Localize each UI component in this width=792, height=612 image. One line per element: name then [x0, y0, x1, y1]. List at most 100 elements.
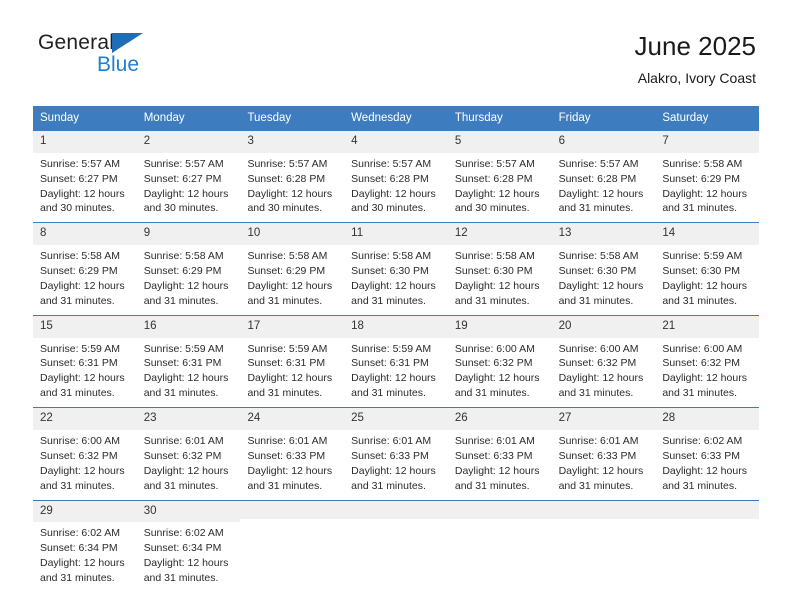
day-cell[interactable]: 8 Sunrise: 5:58 AM Sunset: 6:29 PM Dayli…	[33, 223, 137, 315]
daylight-text-line1: Daylight: 12 hours	[454, 372, 540, 385]
sunset-text: Sunset: 6:30 PM	[454, 265, 533, 278]
day-number: 13	[551, 223, 656, 246]
day-cell[interactable]: 3 Sunrise: 5:57 AM Sunset: 6:28 PM Dayli…	[240, 130, 345, 223]
day-cell[interactable]: 24 Sunrise: 6:01 AM Sunset: 6:33 PM Dayl…	[240, 408, 345, 500]
day-info: Sunrise: 6:01 AM Sunset: 6:33 PM Dayligh…	[448, 430, 552, 500]
day-cell[interactable]: 7 Sunrise: 5:58 AM Sunset: 6:29 PM Dayli…	[655, 130, 760, 223]
day-cell[interactable]: 23 Sunrise: 6:01 AM Sunset: 6:32 PM Dayl…	[136, 408, 241, 500]
sunrise-text: Sunrise: 6:02 AM	[662, 435, 743, 447]
daylight-text-line2: and 31 minutes.	[247, 479, 323, 492]
day-cell[interactable]: 20 Sunrise: 6:00 AM Sunset: 6:32 PM Dayl…	[551, 315, 656, 408]
daylight-text-line2: and 31 minutes.	[351, 479, 426, 492]
daylight-text-line2: and 31 minutes.	[662, 387, 738, 400]
day-number: 1	[33, 130, 137, 153]
daylight-text-line2: and 31 minutes.	[351, 294, 426, 307]
day-cell[interactable]: 2 Sunrise: 5:57 AM Sunset: 6:27 PM Dayli…	[136, 130, 241, 223]
sunset-text: Sunset: 6:31 PM	[40, 357, 118, 370]
daylight-text-line1: Daylight: 12 hours	[247, 464, 333, 477]
day-cell[interactable]: 9 Sunrise: 5:58 AM Sunset: 6:29 PM Dayli…	[136, 223, 241, 315]
day-number: 28	[655, 408, 760, 430]
day-number: 15	[33, 315, 137, 338]
day-cell[interactable]: 19 Sunrise: 6:00 AM Sunset: 6:32 PM Dayl…	[447, 315, 552, 408]
day-info: Sunrise: 5:58 AM Sunset: 6:29 PM Dayligh…	[240, 245, 344, 315]
daylight-text-line2: and 31 minutes.	[662, 294, 738, 307]
day-cell[interactable]: 11 Sunrise: 5:58 AM Sunset: 6:30 PM Dayl…	[344, 223, 448, 315]
day-cell[interactable]: 26 Sunrise: 6:01 AM Sunset: 6:33 PM Dayl…	[447, 408, 552, 500]
daylight-text-line1: Daylight: 12 hours	[351, 464, 436, 477]
day-info: Sunrise: 6:02 AM Sunset: 6:33 PM Dayligh…	[655, 430, 759, 500]
general-blue-logo[interactable]: General Blue	[38, 32, 218, 84]
day-number	[551, 500, 656, 519]
day-cell[interactable]: 27 Sunrise: 6:01 AM Sunset: 6:33 PM Dayl…	[551, 408, 656, 500]
daylight-text-line1: Daylight: 12 hours	[454, 187, 540, 200]
daylight-text-line2: and 30 minutes.	[351, 202, 426, 215]
daylight-text-line1: Daylight: 12 hours	[143, 279, 229, 292]
day-number: 2	[136, 130, 241, 153]
sunrise-text: Sunrise: 5:57 AM	[40, 157, 120, 170]
sunset-text: Sunset: 6:27 PM	[143, 172, 222, 185]
day-number	[447, 500, 552, 519]
day-number: 4	[344, 130, 448, 153]
day-cell[interactable]: 17 Sunrise: 5:59 AM Sunset: 6:31 PM Dayl…	[240, 315, 345, 408]
sunset-text: Sunset: 6:30 PM	[558, 265, 637, 278]
daylight-text-line2: and 31 minutes.	[143, 294, 219, 307]
day-cell[interactable]: 22 Sunrise: 6:00 AM Sunset: 6:32 PM Dayl…	[33, 408, 137, 500]
day-number: 12	[447, 223, 552, 246]
day-number	[240, 500, 345, 519]
weekday-header-sunday: Sunday	[40, 112, 80, 124]
day-number: 25	[344, 408, 448, 430]
daylight-text-line1: Daylight: 12 hours	[40, 557, 125, 570]
day-cell[interactable]: 10 Sunrise: 5:58 AM Sunset: 6:29 PM Dayl…	[240, 223, 345, 315]
daylight-text-line1: Daylight: 12 hours	[454, 279, 540, 292]
daylight-text-line1: Daylight: 12 hours	[351, 187, 436, 200]
day-cell[interactable]: 30 Sunrise: 6:02 AM Sunset: 6:34 PM Dayl…	[136, 500, 241, 593]
day-cell[interactable]: 5 Sunrise: 5:57 AM Sunset: 6:28 PM Dayli…	[447, 130, 552, 223]
daylight-text-line2: and 30 minutes.	[143, 202, 219, 215]
day-cell[interactable]: 1 Sunrise: 5:57 AM Sunset: 6:27 PM Dayli…	[33, 130, 137, 223]
day-cell[interactable]: 4 Sunrise: 5:57 AM Sunset: 6:28 PM Dayli…	[344, 130, 448, 223]
sunset-text: Sunset: 6:28 PM	[247, 172, 326, 185]
day-info: Sunrise: 5:59 AM Sunset: 6:31 PM Dayligh…	[240, 338, 344, 408]
day-cell[interactable]: 14 Sunrise: 5:59 AM Sunset: 6:30 PM Dayl…	[655, 223, 760, 315]
daylight-text-line2: and 30 minutes.	[40, 202, 115, 215]
day-cell[interactable]: 12 Sunrise: 5:58 AM Sunset: 6:30 PM Dayl…	[447, 223, 552, 315]
daylight-text-line1: Daylight: 12 hours	[662, 187, 747, 200]
sunset-text: Sunset: 6:30 PM	[662, 265, 740, 278]
calendar-table: Sunday Monday Tuesday Wednesday Thursday…	[33, 106, 760, 593]
day-info: Sunrise: 5:57 AM Sunset: 6:28 PM Dayligh…	[552, 153, 656, 223]
daylight-text-line2: and 31 minutes.	[662, 479, 738, 492]
day-cell-empty	[551, 500, 656, 593]
daylight-text-line1: Daylight: 12 hours	[351, 279, 436, 292]
sunrise-text: Sunrise: 5:58 AM	[143, 250, 224, 263]
day-number: 27	[551, 408, 656, 430]
day-cell[interactable]: 6 Sunrise: 5:57 AM Sunset: 6:28 PM Dayli…	[551, 130, 656, 223]
day-info: Sunrise: 6:01 AM Sunset: 6:33 PM Dayligh…	[552, 430, 656, 500]
day-cell[interactable]: 15 Sunrise: 5:59 AM Sunset: 6:31 PM Dayl…	[33, 315, 137, 408]
day-cell[interactable]: 29 Sunrise: 6:02 AM Sunset: 6:34 PM Dayl…	[33, 500, 137, 593]
sunrise-text: Sunrise: 5:59 AM	[40, 342, 120, 355]
day-cell[interactable]: 28 Sunrise: 6:02 AM Sunset: 6:33 PM Dayl…	[655, 408, 760, 500]
sunrise-text: Sunrise: 5:57 AM	[351, 157, 432, 170]
day-cell[interactable]: 16 Sunrise: 5:59 AM Sunset: 6:31 PM Dayl…	[136, 315, 241, 408]
daylight-text-line2: and 31 minutes.	[143, 387, 219, 400]
day-cell-empty	[240, 500, 345, 593]
sunset-text: Sunset: 6:32 PM	[143, 449, 222, 462]
day-cell[interactable]: 25 Sunrise: 6:01 AM Sunset: 6:33 PM Dayl…	[344, 408, 448, 500]
day-cell[interactable]: 21 Sunrise: 6:00 AM Sunset: 6:32 PM Dayl…	[655, 315, 760, 408]
day-cell-empty	[447, 500, 552, 593]
sunrise-text: Sunrise: 5:59 AM	[247, 342, 328, 355]
sunrise-text: Sunrise: 5:57 AM	[247, 157, 328, 170]
day-cell[interactable]: 13 Sunrise: 5:58 AM Sunset: 6:30 PM Dayl…	[551, 223, 656, 315]
day-number: 17	[240, 315, 345, 338]
day-info: Sunrise: 5:57 AM Sunset: 6:27 PM Dayligh…	[137, 153, 241, 223]
sunset-text: Sunset: 6:33 PM	[662, 449, 740, 462]
daylight-text-line2: and 30 minutes.	[454, 202, 530, 215]
sunrise-text: Sunrise: 6:00 AM	[454, 342, 535, 355]
sunset-text: Sunset: 6:28 PM	[351, 172, 429, 185]
sunrise-text: Sunrise: 5:58 AM	[40, 250, 120, 263]
sunrise-text: Sunrise: 6:01 AM	[247, 435, 328, 447]
sunrise-text: Sunrise: 5:59 AM	[351, 342, 432, 355]
day-cell[interactable]: 18 Sunrise: 5:59 AM Sunset: 6:31 PM Dayl…	[344, 315, 448, 408]
sunset-text: Sunset: 6:28 PM	[558, 172, 637, 185]
page-title: June 2025	[634, 31, 756, 61]
